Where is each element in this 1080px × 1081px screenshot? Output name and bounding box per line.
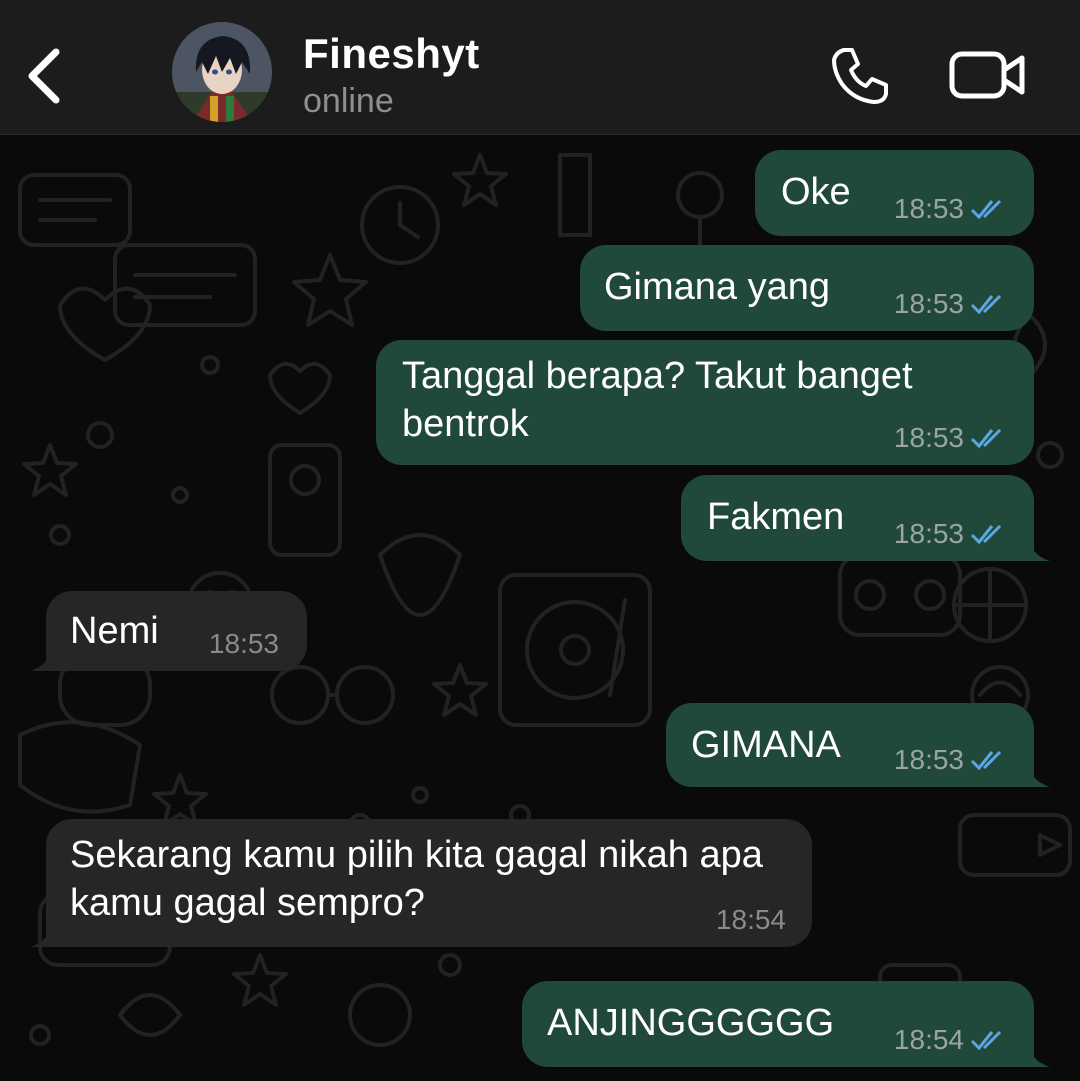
back-button[interactable] xyxy=(22,40,72,110)
message-meta: 18:54 xyxy=(716,905,786,935)
message-meta: 18:53 xyxy=(894,289,1010,319)
chevron-left-icon xyxy=(28,48,60,104)
double-check-icon xyxy=(970,199,1002,220)
chat-header: Fineshyt online xyxy=(0,0,1080,135)
outgoing-message[interactable]: Fakmen 18:53 xyxy=(681,475,1034,561)
outgoing-message[interactable]: ANJINGGGGGG 18:54 xyxy=(522,981,1034,1067)
message-meta: 18:53 xyxy=(209,629,279,659)
message-meta: 18:54 xyxy=(894,1025,1010,1055)
double-check-icon xyxy=(970,750,1002,771)
phone-icon xyxy=(832,48,888,104)
message-meta: 18:53 xyxy=(894,423,1010,453)
double-check-icon xyxy=(970,1030,1002,1051)
avatar-image xyxy=(172,22,272,122)
incoming-message[interactable]: Sekarang kamu pilih kita gagal nikah apa… xyxy=(46,819,812,947)
message-list[interactable]: Oke 18:53 Gimana yang 18:53 Tanggal bera… xyxy=(0,135,1080,1081)
message-meta: 18:53 xyxy=(894,745,1010,775)
message-time: 18:53 xyxy=(893,744,964,775)
message-time: 18:53 xyxy=(893,193,964,224)
double-check-icon xyxy=(970,428,1002,449)
message-meta: 18:53 xyxy=(894,519,1010,549)
outgoing-message[interactable]: Tanggal berapa? Takut banget bentrok 18:… xyxy=(376,340,1034,465)
contact-status: online xyxy=(303,82,394,120)
message-time: 18:54 xyxy=(893,1024,964,1055)
video-call-button[interactable] xyxy=(948,46,1028,106)
message-time: 18:53 xyxy=(893,288,964,319)
message-time: 18:53 xyxy=(893,422,964,453)
chat-screen: Fineshyt online Oke 18:53 Gimana yang 18… xyxy=(0,0,1080,1081)
incoming-message[interactable]: Nemi 18:53 xyxy=(46,591,307,671)
message-time: 18:53 xyxy=(893,518,964,549)
outgoing-message[interactable]: GIMANA 18:53 xyxy=(666,703,1034,787)
message-text: Sekarang kamu pilih kita gagal nikah apa… xyxy=(70,834,774,924)
message-meta: 18:53 xyxy=(894,194,1010,224)
outgoing-message[interactable]: Gimana yang 18:53 xyxy=(580,245,1034,331)
voice-call-button[interactable] xyxy=(828,44,892,108)
double-check-icon xyxy=(970,524,1002,545)
bubble-tail xyxy=(1028,761,1050,787)
contact-avatar[interactable] xyxy=(172,22,272,122)
bubble-tail xyxy=(1028,535,1050,561)
message-time: 18:53 xyxy=(208,628,279,659)
message-time: 18:54 xyxy=(715,904,786,935)
outgoing-message[interactable]: Oke 18:53 xyxy=(755,150,1034,236)
video-camera-icon xyxy=(949,51,1025,99)
bubble-tail xyxy=(30,645,52,671)
bubble-tail xyxy=(30,921,52,947)
contact-name[interactable]: Fineshyt xyxy=(303,30,480,78)
bubble-tail xyxy=(1028,1041,1050,1067)
double-check-icon xyxy=(970,294,1002,315)
